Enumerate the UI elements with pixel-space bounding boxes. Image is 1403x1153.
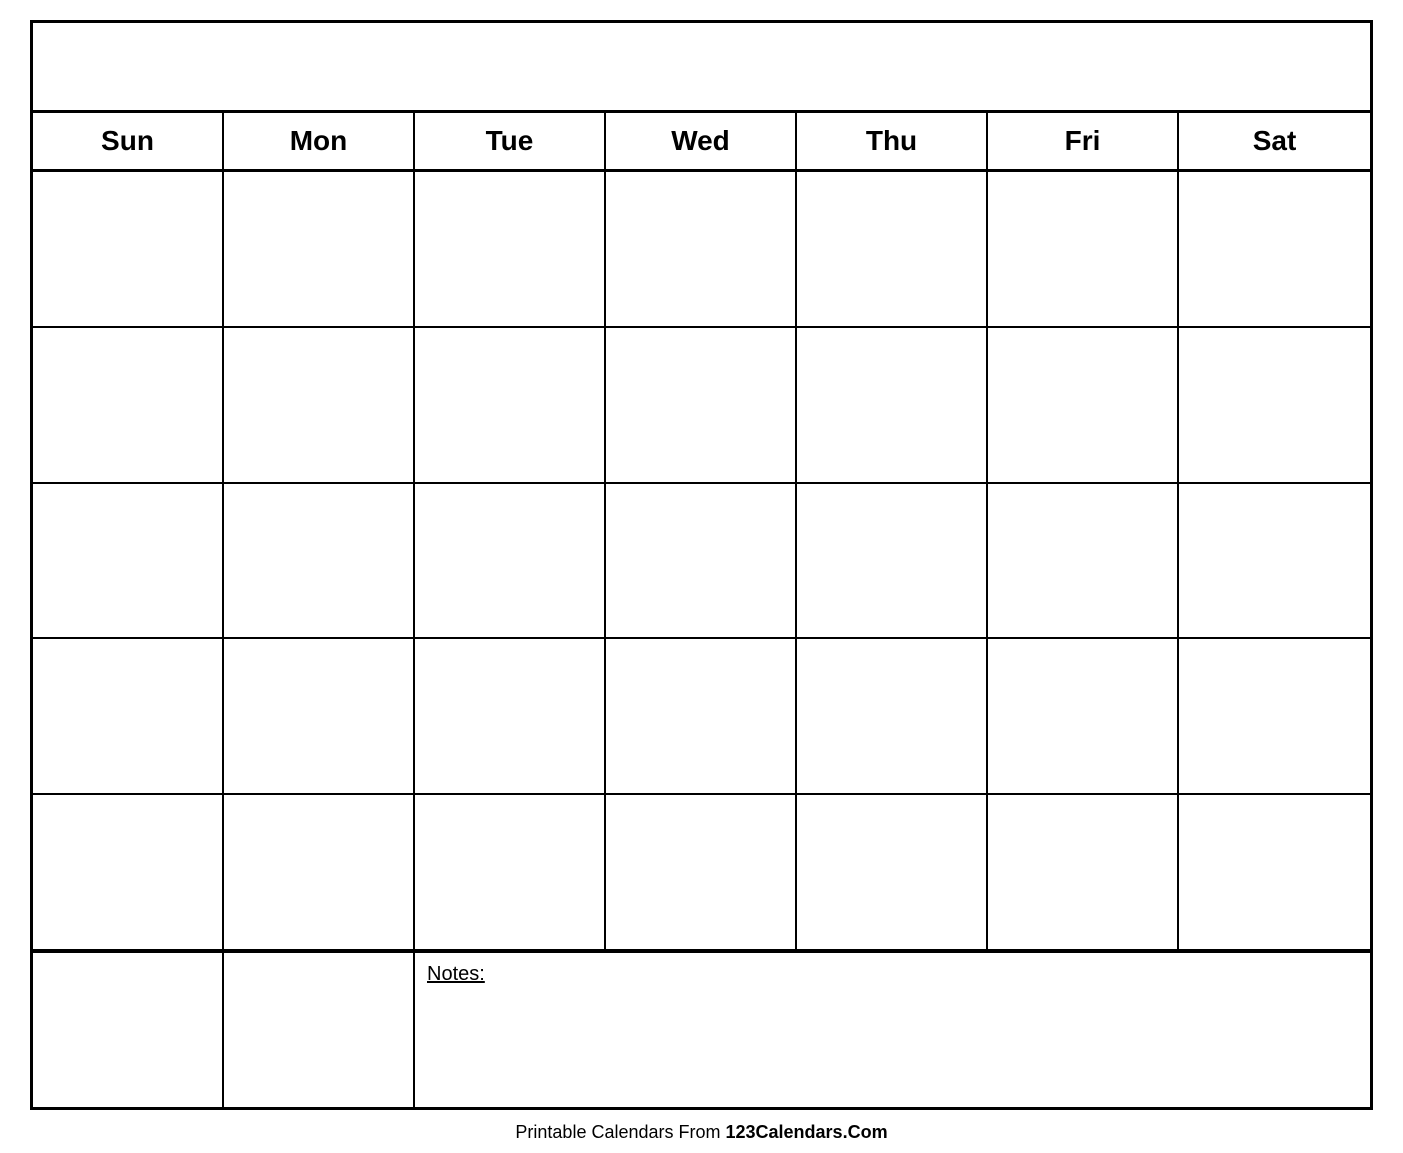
table-row (797, 328, 988, 482)
table-row (33, 172, 224, 326)
footer: Printable Calendars From 123Calendars.Co… (515, 1122, 887, 1143)
table-row (415, 639, 606, 793)
header-mon: Mon (224, 113, 415, 169)
calendar-title-row (33, 23, 1370, 113)
header-sun: Sun (33, 113, 224, 169)
footer-text-normal: Printable Calendars From (515, 1122, 725, 1142)
header-wed: Wed (606, 113, 797, 169)
header-thu: Thu (797, 113, 988, 169)
table-row (606, 328, 797, 482)
table-row (988, 328, 1179, 482)
table-row (606, 172, 797, 326)
calendar-header-row: Sun Mon Tue Wed Thu Fri Sat (33, 113, 1370, 172)
table-row (224, 639, 415, 793)
table-row (224, 484, 415, 638)
calendar-container: Sun Mon Tue Wed Thu Fri Sat (30, 20, 1373, 1110)
table-row (1179, 172, 1370, 326)
calendar-body: Notes: (33, 172, 1370, 1107)
notes-empty-cell-2 (224, 953, 415, 1107)
table-row (33, 484, 224, 638)
table-row (988, 172, 1179, 326)
table-row (224, 172, 415, 326)
table-row (33, 328, 224, 482)
table-row (415, 484, 606, 638)
table-row (415, 795, 606, 949)
header-sat: Sat (1179, 113, 1370, 169)
table-row (797, 484, 988, 638)
table-row (1179, 484, 1370, 638)
table-row (797, 795, 988, 949)
notes-content-cell: Notes: (415, 953, 1370, 1107)
header-tue: Tue (415, 113, 606, 169)
table-row (988, 639, 1179, 793)
notes-empty-cell-1 (33, 953, 224, 1107)
table-row (988, 484, 1179, 638)
table-row (1179, 639, 1370, 793)
table-row (415, 172, 606, 326)
calendar-row-4 (33, 639, 1370, 795)
table-row (224, 795, 415, 949)
calendar-row-3 (33, 484, 1370, 640)
table-row (1179, 795, 1370, 949)
table-row (797, 639, 988, 793)
header-fri: Fri (988, 113, 1179, 169)
table-row (33, 639, 224, 793)
table-row (415, 328, 606, 482)
table-row (988, 795, 1179, 949)
table-row (797, 172, 988, 326)
table-row (33, 795, 224, 949)
notes-label: Notes: (427, 963, 485, 985)
notes-row: Notes: (33, 951, 1370, 1107)
table-row (606, 795, 797, 949)
table-row (224, 328, 415, 482)
footer-text-bold: 123Calendars.Com (726, 1122, 888, 1142)
table-row (1179, 328, 1370, 482)
calendar-row-2 (33, 328, 1370, 484)
calendar-row-5 (33, 795, 1370, 951)
table-row (606, 639, 797, 793)
calendar-row-1 (33, 172, 1370, 328)
page-wrapper: Sun Mon Tue Wed Thu Fri Sat (0, 0, 1403, 1153)
table-row (606, 484, 797, 638)
